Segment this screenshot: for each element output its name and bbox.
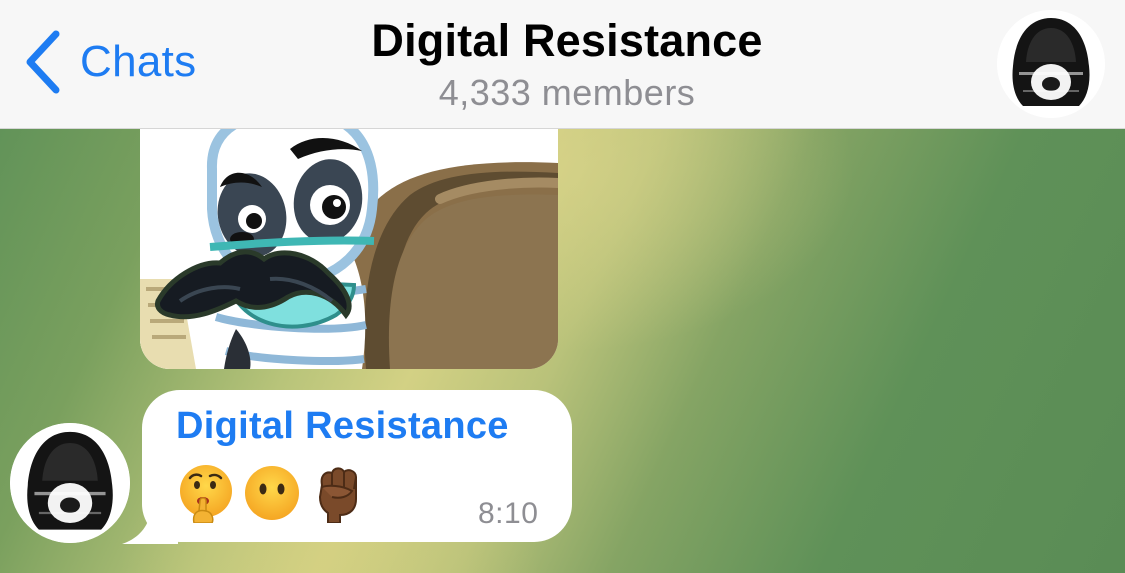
- chat-title: Digital Resistance: [371, 15, 763, 66]
- chat-title-block[interactable]: Digital Resistance 4,333 members: [262, 12, 872, 116]
- member-count: 4,333 members: [438, 72, 696, 113]
- back-button[interactable]: Chats: [24, 30, 196, 94]
- sender-name[interactable]: Digital Resistance: [176, 405, 509, 448]
- sticker-message[interactable]: [140, 129, 558, 369]
- chevron-left-icon: [26, 30, 60, 94]
- mustache-panda-sticker-icon: [140, 129, 558, 369]
- group-avatar[interactable]: [997, 10, 1105, 118]
- hooded-figure-icon: [997, 10, 1105, 118]
- back-button-label: Chats: [80, 37, 197, 86]
- hooded-figure-icon: [10, 423, 130, 543]
- face-without-mouth-icon: [245, 466, 299, 520]
- message-timestamp: 8:10: [478, 497, 539, 530]
- chat-screen: Chats Digital Resistance 4,333 members D…: [0, 0, 1125, 573]
- navigation-bar: Chats Digital Resistance 4,333 members: [0, 0, 1125, 129]
- sender-avatar[interactable]: [10, 423, 130, 543]
- message-text: [176, 463, 368, 523]
- shushing-face-icon: [180, 465, 232, 523]
- raised-fist-dark-skin-icon: [318, 467, 357, 523]
